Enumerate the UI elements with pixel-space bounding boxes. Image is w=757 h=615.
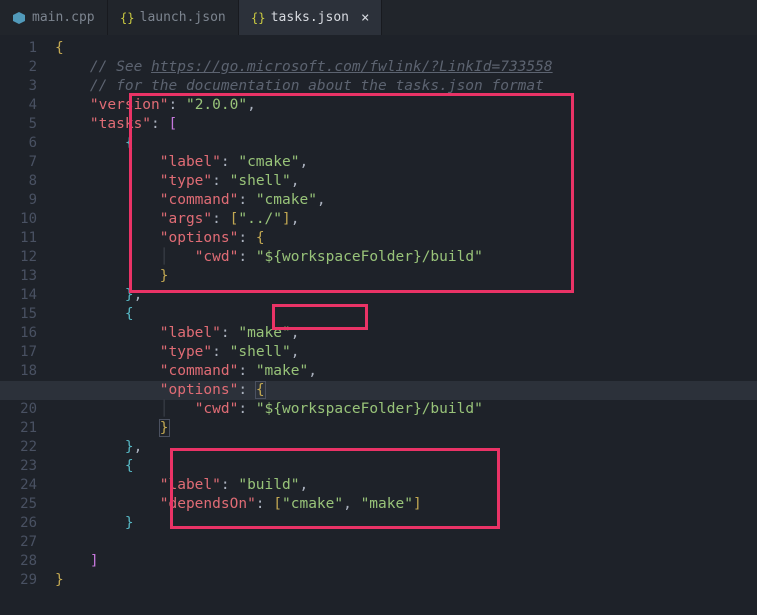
json-key: "options" <box>160 230 239 246</box>
code-area[interactable]: { // See https://go.microsoft.com/fwlink… <box>55 35 757 590</box>
json-key: "label" <box>160 325 221 341</box>
tab-launch-json[interactable]: {} launch.json <box>108 0 239 35</box>
json-icon: {} <box>120 11 134 25</box>
close-icon[interactable]: × <box>361 10 369 26</box>
tab-label: tasks.json <box>271 10 349 25</box>
json-icon: {} <box>251 11 265 25</box>
tab-tasks-json[interactable]: {} tasks.json × <box>239 0 383 35</box>
json-string: "shell" <box>230 344 291 360</box>
cpp-icon <box>12 11 26 25</box>
json-key: "command" <box>160 192 239 208</box>
json-string: "make" <box>256 363 308 379</box>
line-number-gutter: 12345 678910 1112131415 1617181920 21222… <box>0 35 55 590</box>
json-string: "cmake" <box>282 496 343 512</box>
json-key: "label" <box>160 477 221 493</box>
json-string: "2.0.0" <box>186 97 247 113</box>
json-key: "label" <box>160 154 221 170</box>
json-string: "${workspaceFolder}/build" <box>256 249 483 265</box>
json-string: "cmake" <box>238 154 299 170</box>
tab-main-cpp[interactable]: main.cpp <box>0 0 108 35</box>
tab-bar: main.cpp {} launch.json {} tasks.json × <box>0 0 757 35</box>
json-string: "${workspaceFolder}/build" <box>256 401 483 417</box>
json-key: "args" <box>160 211 212 227</box>
json-key: "cwd" <box>195 401 239 417</box>
json-string: "make" <box>361 496 413 512</box>
json-key: "command" <box>160 363 239 379</box>
json-key: "options" <box>160 382 239 398</box>
json-string: "build" <box>238 477 299 493</box>
tab-label: main.cpp <box>32 10 95 25</box>
json-key: "dependsOn" <box>160 496 256 512</box>
editor[interactable]: 12345 678910 1112131415 1617181920 21222… <box>0 35 757 590</box>
comment-text: // See <box>90 59 151 75</box>
json-key: "tasks" <box>90 116 151 132</box>
json-string: "cmake" <box>256 192 317 208</box>
doc-link[interactable]: https://go.microsoft.com/fwlink/?LinkId=… <box>151 59 553 75</box>
tab-label: launch.json <box>140 10 226 25</box>
json-key: "version" <box>90 97 169 113</box>
json-key: "cwd" <box>195 249 239 265</box>
comment-text: // for the documentation about the tasks… <box>90 78 544 94</box>
json-string: "../" <box>238 211 282 227</box>
svg-text:{}: {} <box>251 11 265 25</box>
json-key: "type" <box>160 173 212 189</box>
svg-text:{}: {} <box>120 11 134 25</box>
json-string: "shell" <box>230 173 291 189</box>
json-key: "type" <box>160 344 212 360</box>
json-string: "make" <box>238 325 290 341</box>
